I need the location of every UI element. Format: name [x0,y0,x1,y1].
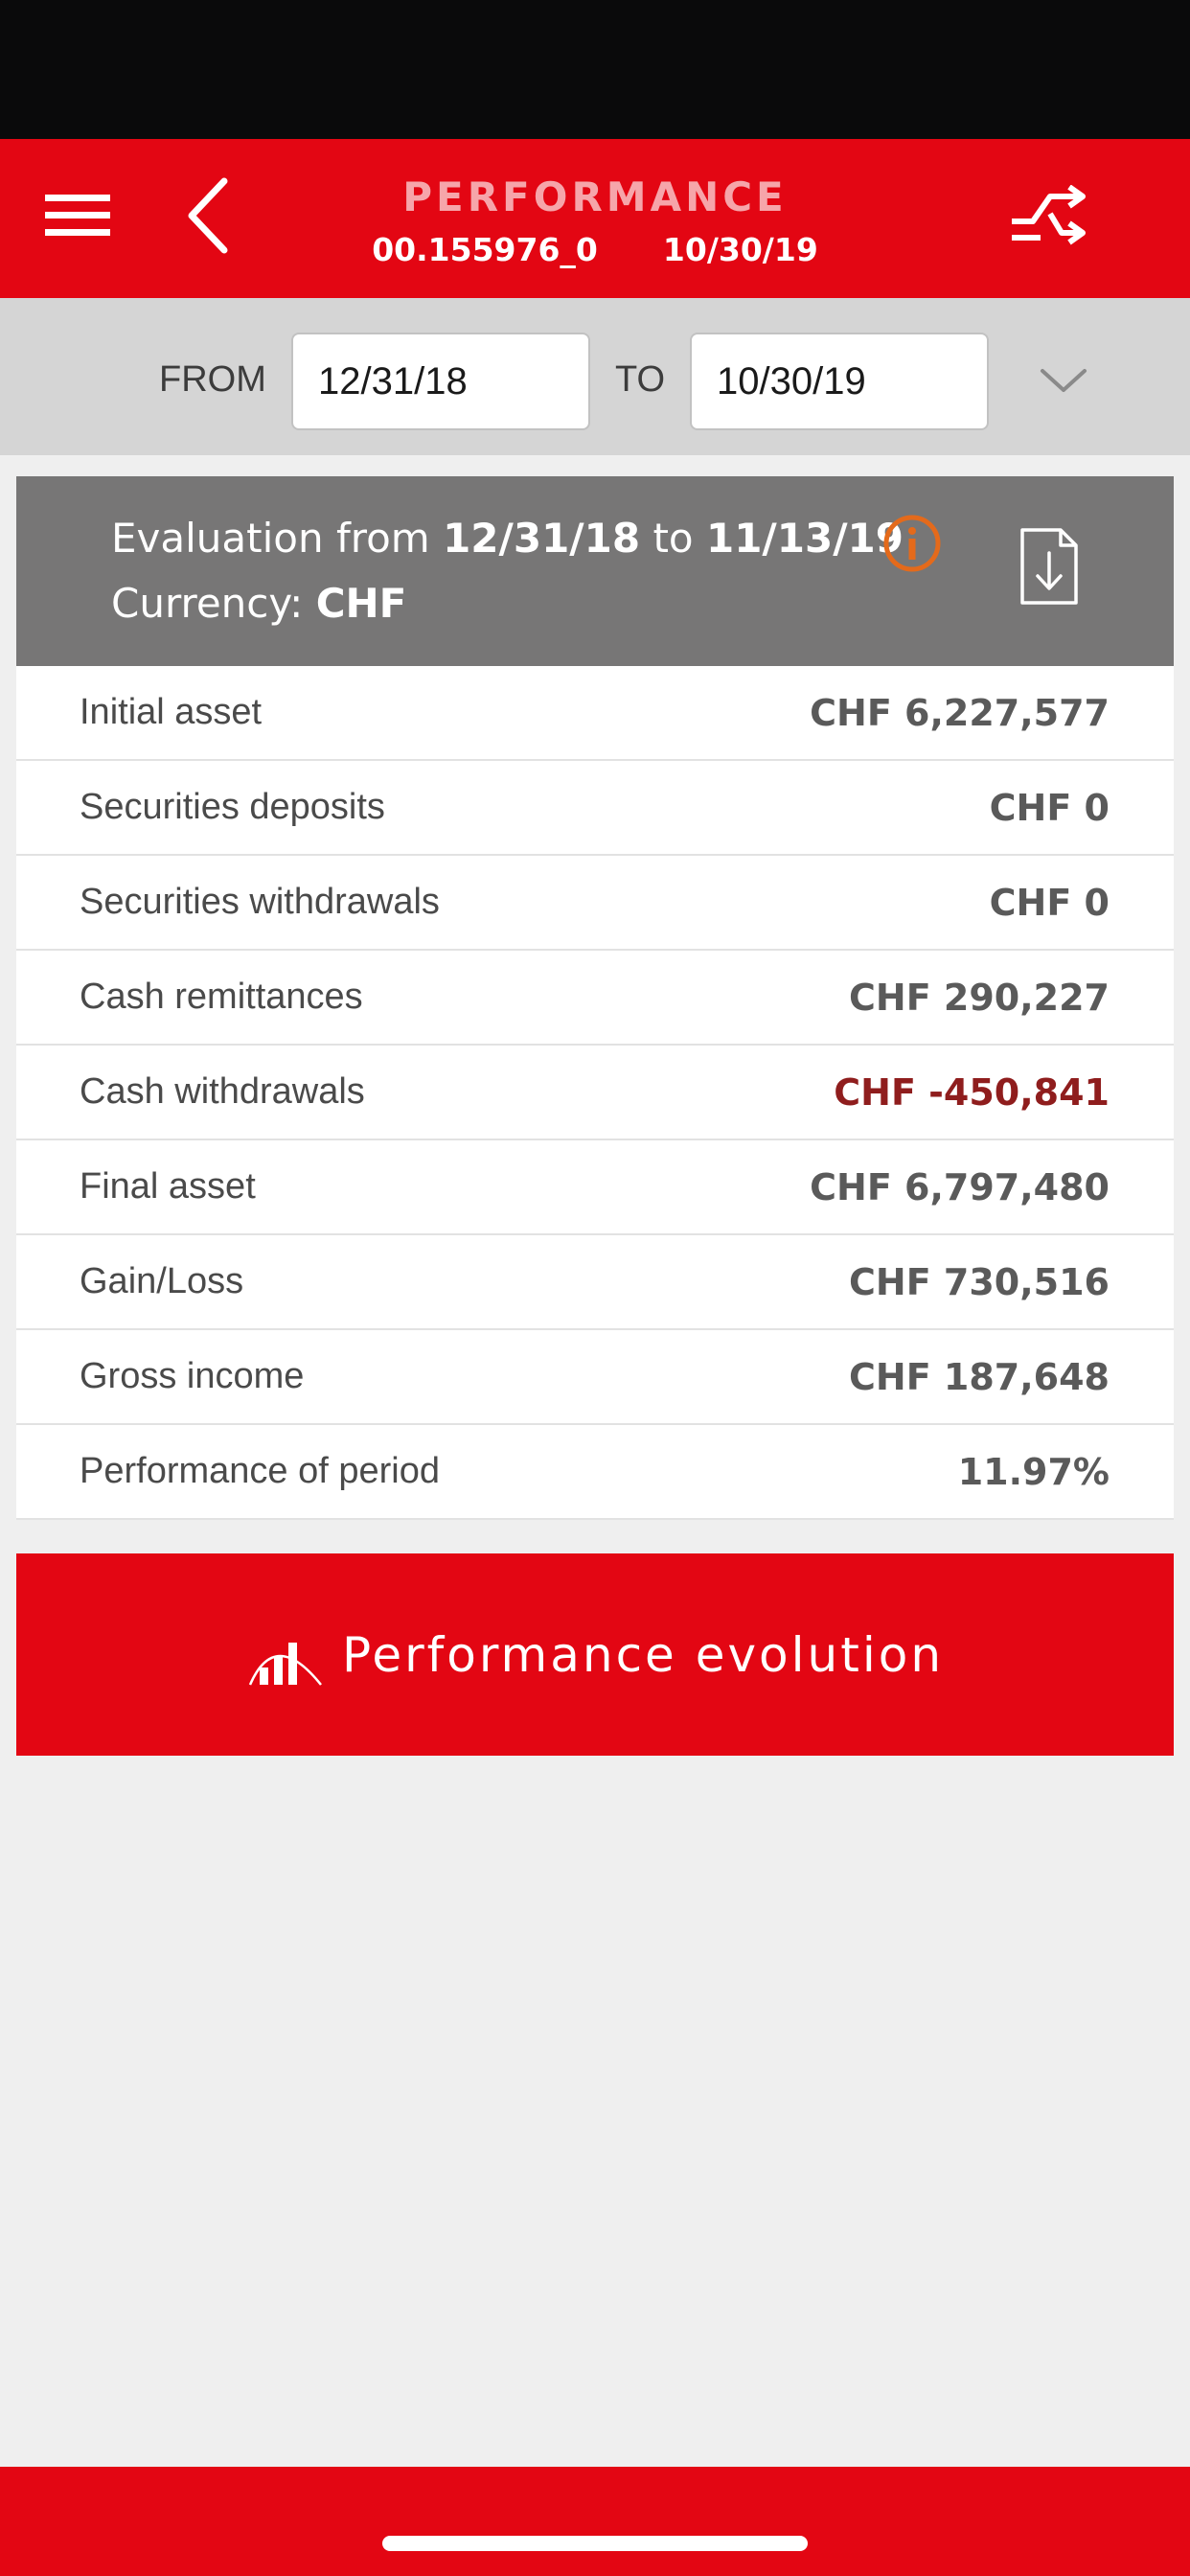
row-value: CHF 187,648 [849,1355,1110,1398]
row-value: CHF 0 [989,786,1110,829]
row-label: Cash withdrawals [80,1071,365,1112]
header-date: 10/30/19 [662,231,818,268]
table-row: Cash withdrawals CHF -450,841 [16,1046,1174,1140]
table-row: Gross income CHF 187,648 [16,1330,1174,1425]
row-label: Securities withdrawals [80,882,440,922]
row-label: Performance of period [80,1451,440,1491]
evaluation-from-date: 12/31/18 [443,515,641,562]
row-label: Cash remittances [80,977,363,1017]
evaluation-header: Evaluation from 12/31/18 to 11/13/19 Cur… [16,476,1174,666]
switch-arrows-icon [1012,185,1086,245]
to-date-field[interactable]: 10/30/19 [690,333,989,430]
evaluation-prefix: Evaluation from [111,515,430,562]
evaluation-currency: Currency: CHF [111,580,406,627]
home-indicator[interactable] [382,2536,808,2551]
row-label: Gross income [80,1356,305,1396]
row-value: CHF 6,797,480 [810,1165,1110,1208]
row-value: CHF 6,227,577 [810,691,1110,734]
table-row: Final asset CHF 6,797,480 [16,1140,1174,1235]
row-value: 11.97% [957,1450,1110,1493]
row-value-negative: CHF -450,841 [834,1070,1110,1114]
row-value: CHF 0 [989,881,1110,924]
row-value: CHF 730,516 [849,1260,1110,1303]
table-row: Gain/Loss CHF 730,516 [16,1235,1174,1330]
bar-chart-icon [248,1642,322,1686]
currency-label: Currency: [111,580,304,627]
row-label: Initial asset [80,692,263,732]
table-row: Initial asset CHF 6,227,577 [16,666,1174,761]
navigation-bar: PERFORMANCE 00.155976_0 10/30/19 [0,139,1190,298]
from-label: FROM [159,359,266,400]
download-document-icon[interactable] [1018,526,1080,607]
performance-evolution-label: Performance evolution [341,1626,945,1683]
currency-value: CHF [315,580,407,627]
performance-table: Initial asset CHF 6,227,577 Securities d… [16,666,1174,1520]
table-row: Performance of period 11.97% [16,1425,1174,1520]
from-date-field[interactable]: 12/31/18 [291,333,590,430]
evaluation-period: Evaluation from 12/31/18 to 11/13/19 [111,515,904,562]
table-row: Securities withdrawals CHF 0 [16,856,1174,951]
evaluation-to-word: to [652,515,694,562]
row-label: Securities deposits [80,787,385,827]
table-row: Securities deposits CHF 0 [16,761,1174,856]
row-label: Final asset [80,1166,256,1207]
info-icon[interactable] [881,513,943,574]
row-label: Gain/Loss [80,1261,244,1301]
status-bar [0,0,1190,139]
row-value: CHF 290,227 [849,976,1110,1019]
account-number: 00.155976_0 [372,231,598,268]
switch-view-button[interactable] [996,172,1102,259]
table-row: Cash remittances CHF 290,227 [16,951,1174,1046]
performance-evolution-button[interactable]: Performance evolution [16,1553,1174,1756]
evaluation-to-date: 11/13/19 [705,515,904,562]
bottom-bar [0,2467,1190,2576]
date-range-filter: FROM 12/31/18 TO 10/30/19 [0,298,1190,455]
chevron-down-icon[interactable] [1035,356,1092,403]
to-label: TO [615,359,666,400]
